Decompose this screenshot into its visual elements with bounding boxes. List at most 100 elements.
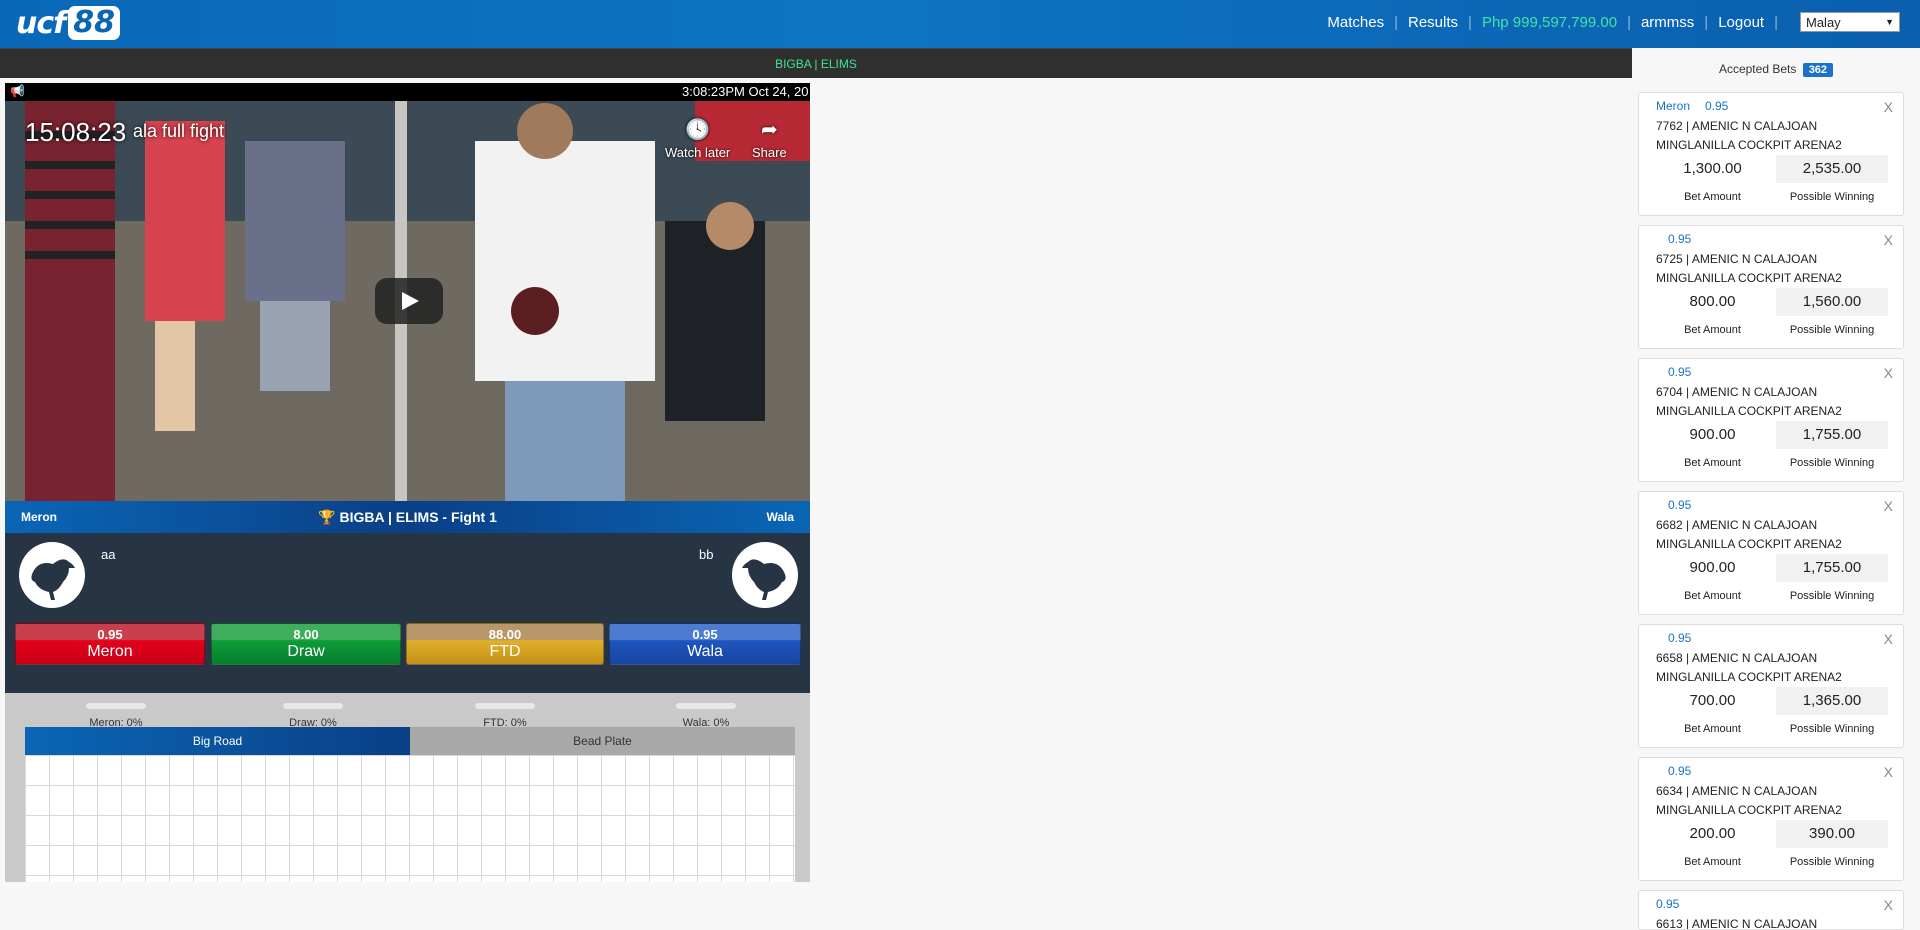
possible-winning: 2,535.00 bbox=[1776, 155, 1888, 183]
nav-results-link[interactable]: Results bbox=[1408, 14, 1458, 31]
bet-odds: 0.95 bbox=[97, 627, 123, 642]
bet-amount-label: Bet Amount bbox=[1684, 590, 1741, 602]
bet-card: 0.95 X 6704 | AMENIC N CALAJOAN MINGLANI… bbox=[1638, 358, 1904, 482]
stat-draw: Draw: 0% bbox=[253, 703, 373, 729]
event-title-bar: BIGBA | ELIMS bbox=[0, 48, 1632, 78]
share-icon: ➦ bbox=[760, 119, 778, 141]
bet-odds: 8.00 bbox=[293, 627, 319, 642]
bet-wala-button[interactable]: 0.95 Wala bbox=[609, 623, 801, 665]
accepted-bets-panel: Accepted Bets 362 Meron 0.95 X 7762 | AM… bbox=[1632, 48, 1920, 930]
percent-bar bbox=[475, 703, 535, 709]
possible-winning-label: Possible Winning bbox=[1789, 324, 1875, 336]
percent-bar bbox=[676, 703, 736, 709]
possible-winning-label: Possible Winning bbox=[1789, 457, 1875, 469]
username[interactable]: armmss bbox=[1641, 14, 1694, 31]
bet-label: Meron bbox=[87, 643, 133, 660]
possible-winning: 1,365.00 bbox=[1776, 687, 1888, 715]
watch-later-button[interactable]: 🕓 Watch later bbox=[665, 117, 730, 160]
clock-icon: 🕓 bbox=[685, 119, 711, 141]
clock-bar: 📢 3:08:23PM Oct 24, 20 bbox=[5, 83, 810, 101]
close-icon[interactable]: X bbox=[1884, 232, 1893, 248]
share-label: Share bbox=[752, 145, 787, 160]
close-icon[interactable]: X bbox=[1884, 498, 1893, 514]
watch-later-label: Watch later bbox=[665, 145, 731, 160]
possible-winning: 1,755.00 bbox=[1776, 554, 1888, 582]
bet-odds: 0.95 bbox=[1668, 764, 1692, 778]
bet-amount: 1,300.00 bbox=[1683, 160, 1742, 177]
nav-divider: | bbox=[1704, 13, 1709, 31]
accepted-bets-header: Accepted Bets 362 bbox=[1632, 62, 1920, 77]
bet-amount: 800.00 bbox=[1689, 293, 1736, 310]
bet-draw-button[interactable]: 8.00 Draw bbox=[211, 623, 401, 665]
fight-title-text: BIGBA | ELIMS - Fight 1 bbox=[339, 509, 497, 525]
right-side-label: Wala bbox=[766, 510, 794, 524]
bet-side: Meron bbox=[1656, 99, 1691, 113]
language-value: Malay bbox=[1806, 14, 1841, 30]
bet-description: 7762 | AMENIC N CALAJOAN MINGLANILLA COC… bbox=[1656, 119, 1842, 152]
bet-amount-label: Bet Amount bbox=[1684, 191, 1741, 203]
bet-card: 0.95 X 6658 | AMENIC N CALAJOAN MINGLANI… bbox=[1638, 624, 1904, 748]
nav-matches-link[interactable]: Matches bbox=[1327, 14, 1384, 31]
percent-bar bbox=[283, 703, 343, 709]
bet-description: 6634 | AMENIC N CALAJOAN MINGLANILLA COC… bbox=[1656, 784, 1842, 817]
accepted-bets-count: 362 bbox=[1802, 63, 1834, 77]
bet-amount-label: Bet Amount bbox=[1684, 723, 1741, 735]
nav-divider: | bbox=[1627, 13, 1631, 31]
trophy-icon: 🏆 bbox=[318, 509, 336, 525]
fight-header: Meron 🏆 BIGBA | ELIMS - Fight 1 Wala bbox=[5, 501, 810, 533]
close-icon[interactable]: X bbox=[1884, 99, 1893, 115]
video-title[interactable]: ala full fight bbox=[133, 121, 224, 142]
possible-winning: 390.00 bbox=[1776, 820, 1888, 848]
close-icon[interactable]: X bbox=[1884, 365, 1893, 381]
nav-divider: | bbox=[1468, 13, 1472, 31]
bet-card: 0.95 X 6613 | AMENIC N CALAJOAN bbox=[1638, 890, 1904, 930]
close-icon[interactable]: X bbox=[1884, 897, 1893, 913]
stat-wala: Wala: 0% bbox=[646, 703, 766, 729]
bet-ftd-button[interactable]: 88.00 FTD bbox=[406, 623, 604, 665]
possible-winning-label: Possible Winning bbox=[1789, 723, 1875, 735]
megaphone-icon: 📢 bbox=[10, 84, 25, 98]
nav-links: Matches | Results | Php 999,597,799.00 |… bbox=[1327, 12, 1900, 32]
bet-odds: 0.95 bbox=[1668, 365, 1692, 379]
top-navbar: ucf 88 Matches | Results | Php 999,597,7… bbox=[0, 0, 1920, 48]
close-icon[interactable]: X bbox=[1884, 631, 1893, 647]
rooster-icon bbox=[31, 559, 75, 600]
bet-odds: 0.95 bbox=[1705, 99, 1729, 113]
nav-divider: | bbox=[1394, 13, 1398, 31]
chevron-down-icon: ▼ bbox=[1885, 17, 1894, 27]
bet-card: 0.95 X 6682 | AMENIC N CALAJOAN MINGLANI… bbox=[1638, 491, 1904, 615]
bet-odds: 0.95 bbox=[1656, 897, 1680, 911]
tab-bead-plate[interactable]: Bead Plate bbox=[410, 727, 795, 755]
close-icon[interactable]: X bbox=[1884, 764, 1893, 780]
play-button[interactable] bbox=[375, 278, 443, 324]
road-tabs: Big Road Bead Plate bbox=[25, 727, 795, 755]
bet-label: Wala bbox=[687, 643, 723, 660]
logo-number: 88 bbox=[68, 6, 120, 40]
right-rooster-avatar bbox=[732, 542, 798, 608]
bet-description: 6658 | AMENIC N CALAJOAN MINGLANILLA COC… bbox=[1656, 651, 1842, 684]
video-player[interactable]: 15:08:23 ala full fight 🕓 Watch later ➦ … bbox=[5, 101, 810, 501]
fight-title: 🏆 BIGBA | ELIMS - Fight 1 bbox=[5, 509, 810, 526]
bet-odds: 0.95 bbox=[692, 627, 718, 642]
bet-amount: 200.00 bbox=[1689, 825, 1736, 842]
stat-ftd: FTD: 0% bbox=[445, 703, 565, 729]
share-button[interactable]: ➦ Share bbox=[752, 117, 787, 160]
bet-label: FTD bbox=[489, 643, 521, 660]
language-select[interactable]: Malay ▼ bbox=[1800, 12, 1900, 32]
bet-amount: 700.00 bbox=[1689, 692, 1736, 709]
logout-link[interactable]: Logout bbox=[1718, 14, 1764, 31]
bet-odds: 0.95 bbox=[1668, 498, 1692, 512]
accepted-bets-title: Accepted Bets bbox=[1718, 62, 1797, 76]
bet-description: 6704 | AMENIC N CALAJOAN MINGLANILLA COC… bbox=[1656, 385, 1842, 418]
logo-text: ucf bbox=[16, 5, 66, 41]
site-logo[interactable]: ucf 88 bbox=[16, 4, 120, 42]
possible-winning-label: Possible Winning bbox=[1789, 856, 1875, 868]
bet-odds: 88.00 bbox=[488, 627, 522, 642]
bet-card: 0.95 X 6634 | AMENIC N CALAJOAN MINGLANI… bbox=[1638, 757, 1904, 881]
bet-buttons-row: 0.95 Meron 8.00 Draw 88.00 FTD 0.95 Wala bbox=[5, 613, 810, 693]
bet-amount: 900.00 bbox=[1689, 559, 1736, 576]
tab-big-road[interactable]: Big Road bbox=[25, 727, 410, 755]
left-fighter-name: aa bbox=[101, 547, 116, 562]
possible-winning: 1,560.00 bbox=[1776, 288, 1888, 316]
bet-meron-button[interactable]: 0.95 Meron bbox=[15, 623, 205, 665]
